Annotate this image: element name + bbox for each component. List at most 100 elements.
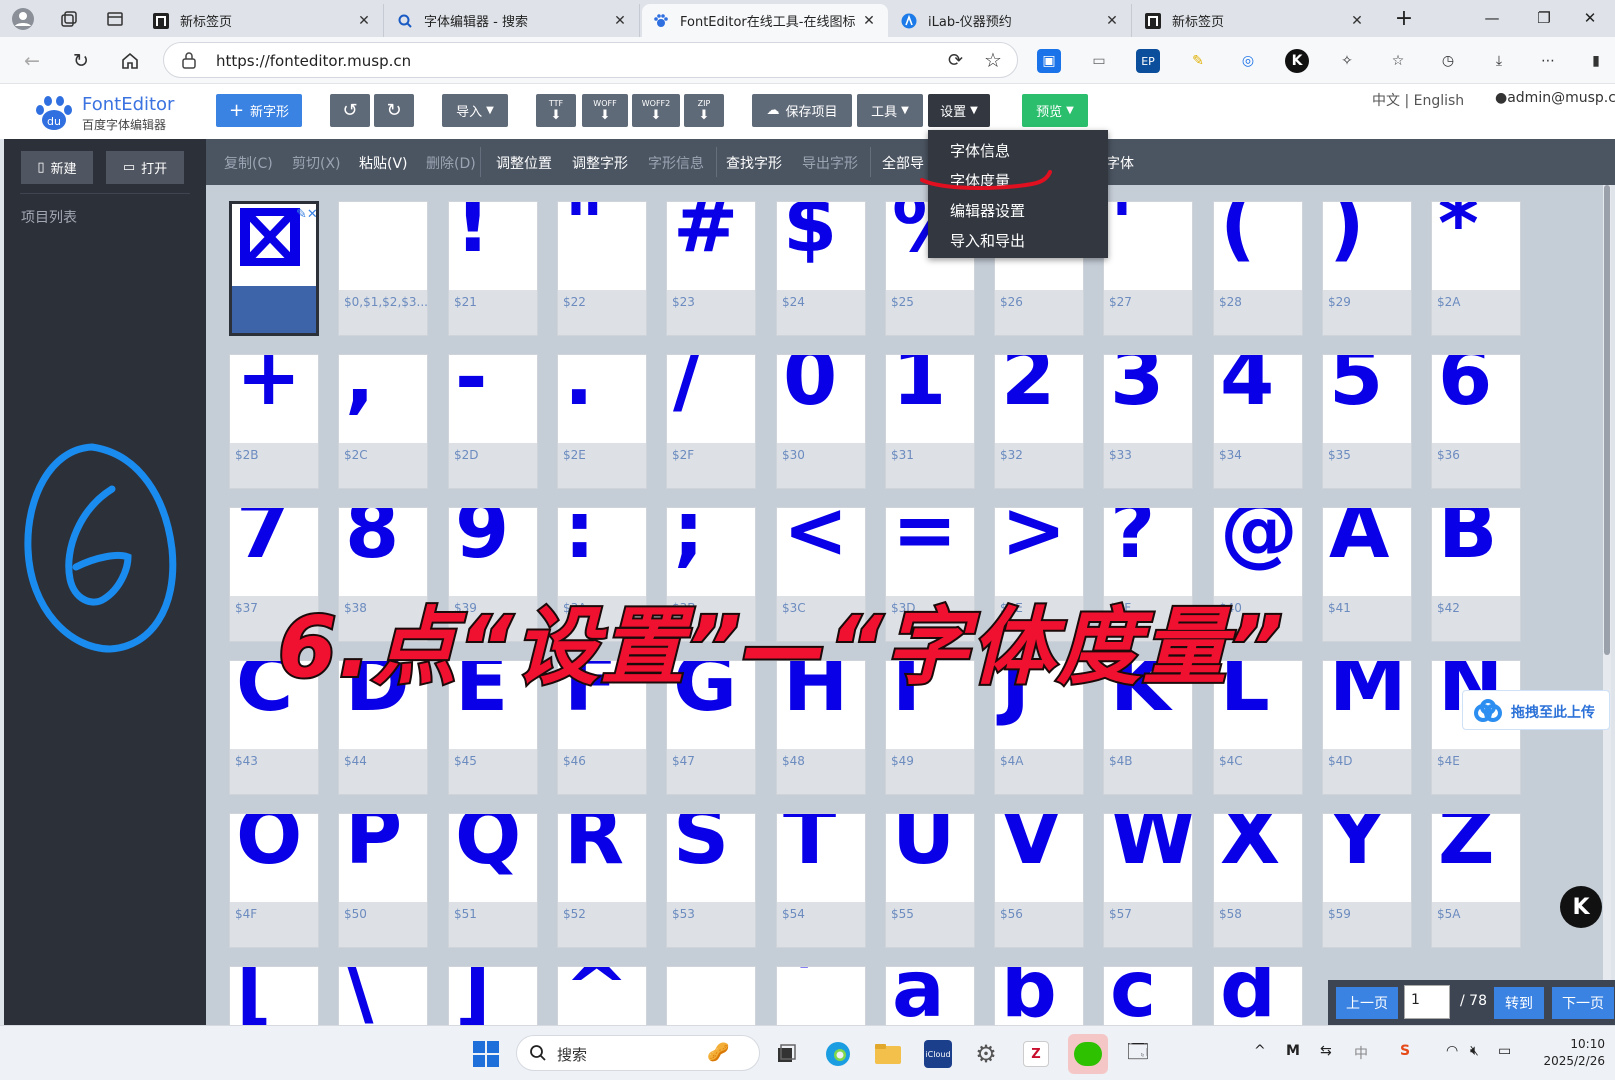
prev-page-button[interactable]: 上一页 [1336,987,1398,1019]
export-ttf-button[interactable]: TTF ⬇ [536,94,576,127]
app-window-icon[interactable]: 🗔 [1122,1038,1154,1070]
glyph-cell[interactable]: Z $5A [1431,813,1521,948]
glyph-cell[interactable]: U $55 [885,813,975,948]
glyph-cell[interactable]: \ [338,966,428,1025]
glyph-cell[interactable]: + $2B [229,354,319,489]
favorites-icon[interactable]: ☆ [1386,49,1410,73]
glyph-cell[interactable]: c [1103,966,1193,1025]
close-icon[interactable]: ✕ [1348,13,1366,29]
k-extension-icon[interactable]: K [1285,49,1309,73]
glyph-cell[interactable]: ` [776,966,866,1025]
glyph-cell[interactable]: Y $59 [1322,813,1412,948]
new-glyph-button[interactable]: + 新字形 [216,94,302,127]
font-button[interactable]: 字体 [1106,153,1134,173]
edge-icon[interactable] [822,1038,854,1070]
tray-s-icon[interactable]: S [1400,1043,1410,1059]
drag-upload-button[interactable]: 拖拽至此上传 [1462,690,1610,730]
grid-scrollbar[interactable] [1603,185,1611,1025]
new-project-button[interactable]: ▯ 新建 [21,151,93,184]
cut-button[interactable]: 剪切(X) [292,153,341,173]
profile-icon[interactable] [10,6,36,32]
restore-icon[interactable]: ❐ [1524,4,1564,32]
page-input[interactable]: 1 [1404,985,1450,1019]
copy-button[interactable]: 复制(C) [224,153,273,173]
glyph-cell[interactable]: Q $51 [448,813,538,948]
import-button[interactable]: 导入 ▼ [442,94,508,127]
glyph-cell[interactable]: 4 $34 [1213,354,1303,489]
glyph-cell[interactable]: 6 $36 [1431,354,1521,489]
glyph-cell[interactable]: , $2C [338,354,428,489]
more-icon[interactable]: ⋯ [1536,49,1560,73]
ime-icon[interactable]: 中 [1354,1043,1368,1063]
glyph-cell[interactable]: - $2D [448,354,538,489]
glyph-cell[interactable]: . $2E [557,354,647,489]
page-icon[interactable]: ▭ [1087,49,1111,73]
windows-start-icon[interactable] [470,1038,502,1070]
extensions-icon[interactable]: ✧ [1335,49,1359,73]
new-tab-icon[interactable]: + [1384,4,1424,32]
ep-extension-icon[interactable]: EP [1136,49,1160,73]
screenshot-extension-icon[interactable]: ◎ [1236,49,1260,73]
open-project-button[interactable]: ▭ 打开 [106,151,184,184]
refresh-icon[interactable]: ↻ [67,47,95,75]
window-close-icon[interactable]: ✕ [1570,4,1610,32]
glyph-cell[interactable]: 5 $35 [1322,354,1412,489]
tab-search[interactable]: 字体编辑器 - 搜索 ✕ [386,4,640,37]
glyph-cell[interactable]: " $22 [557,201,647,336]
wechat-icon[interactable] [1068,1034,1108,1074]
adjust-glyph-button[interactable]: 调整字形 [572,153,628,173]
find-glyph-button[interactable]: 查找字形 [726,153,782,173]
glyph-cell[interactable]: ! $21 [448,201,538,336]
glyph-cell[interactable]: $ $24 [776,201,866,336]
redo-button[interactable]: ↻ [374,94,414,127]
lock-icon[interactable] [182,51,196,73]
glyph-cell[interactable]: 1 $31 [885,354,975,489]
glyph-cell[interactable]: _ [666,966,756,1025]
close-icon[interactable]: ✕ [611,13,629,29]
back-icon[interactable]: ← [18,47,46,75]
close-icon[interactable]: ✕ [860,13,878,29]
history-icon[interactable]: ◷ [1436,49,1460,73]
paste-button[interactable]: 粘贴(V) [359,153,408,173]
preview-button[interactable]: 预览 ▼ [1022,94,1088,127]
goto-page-button[interactable]: 转到 [1494,987,1544,1019]
tools-button[interactable]: 工具 ▼ [857,94,923,127]
glyph-cell[interactable]: 3 $33 [1103,354,1193,489]
tab-ilab[interactable]: iLab-仪器预约 ✕ [890,4,1132,37]
logo[interactable]: du FontEditor 百度字体编辑器 [34,90,184,134]
glyph-cell[interactable]: P $50 [338,813,428,948]
close-icon[interactable]: ✕ [355,13,373,29]
glyph-cell[interactable]: $0,$1,$2,$3... [338,201,428,336]
close-icon[interactable]: ✕ [1103,13,1121,29]
delete-button[interactable]: 删除(D) [426,153,476,173]
tray-sync-icon[interactable]: ⇆ [1320,1043,1332,1059]
tab-fonteditor[interactable]: FontEditor在线工具-在线图标 ✕ [642,4,888,37]
icloud-icon[interactable]: iCloud [922,1038,954,1070]
zotero-icon[interactable]: Z [1020,1038,1052,1070]
minimize-icon[interactable]: — [1472,4,1512,32]
glyph-cell[interactable]: V $56 [994,813,1084,948]
glyph-cell[interactable]: M $4D [1322,660,1412,795]
glyph-cell[interactable]: ' $27 [1103,201,1193,336]
chevron-up-icon[interactable]: ^ [1254,1043,1266,1059]
glyph-cell[interactable]: 2 $32 [994,354,1084,489]
glyph-cell[interactable]: ^ [557,966,647,1025]
glyph-cell[interactable]: 0 $30 [776,354,866,489]
menu-item-font-info[interactable]: 字体信息 [950,140,1010,161]
tab-actions-icon[interactable] [102,6,128,32]
wifi-icon[interactable]: ◠ [1446,1043,1458,1059]
glyph-cell[interactable]: b [994,966,1084,1025]
k-floating-icon[interactable]: K [1560,886,1602,928]
menu-item-import-export[interactable]: 导入和导出 [950,230,1025,251]
tab-new-2[interactable]: 新标签页 ✕ [1134,4,1376,37]
system-clock[interactable]: 10:10 2025/2/26 [1535,1036,1605,1070]
glyph-cell[interactable]: A $41 [1322,507,1412,642]
glyph-cell[interactable]: X $58 [1213,813,1303,948]
export-woff-button[interactable]: WOFF ⬇ [582,94,628,127]
glyph-cell[interactable]: B $42 [1431,507,1521,642]
glyph-cell[interactable]: ) $29 [1322,201,1412,336]
glyph-cell[interactable]: * $2A [1431,201,1521,336]
glyph-cell[interactable]: O $4F [229,813,319,948]
undo-button[interactable]: ↺ [330,94,370,127]
favorite-star-icon[interactable]: ☆ [984,48,1002,72]
